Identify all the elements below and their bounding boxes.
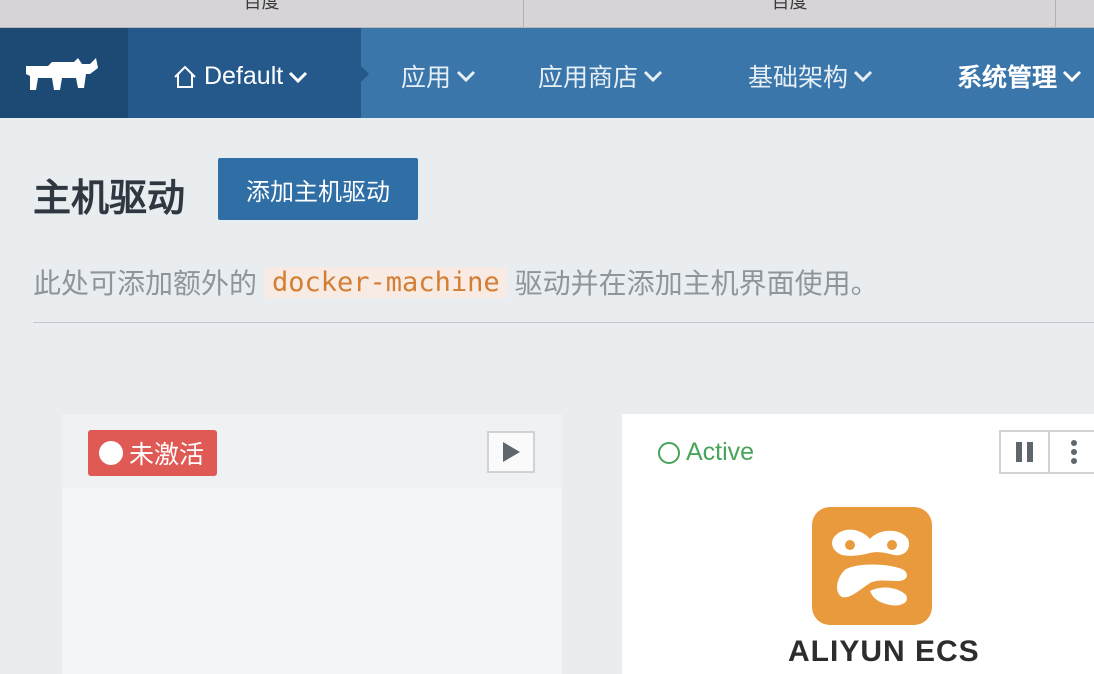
environment-switcher[interactable]: Default: [128, 28, 361, 118]
play-icon: [503, 442, 520, 462]
more-actions-button[interactable]: [1048, 432, 1094, 472]
menu-admin[interactable]: 系统管理: [957, 58, 1082, 94]
home-icon: [174, 65, 196, 88]
menu-catalog[interactable]: 应用商店: [538, 58, 663, 94]
environment-arrow: [361, 66, 369, 82]
more-vertical-icon: [1070, 440, 1077, 464]
status-active: Active: [658, 438, 754, 467]
description-prefix: 此处可添加额外的: [33, 268, 258, 299]
browser-tab[interactable]: 百度: [0, 0, 524, 27]
rancher-logo[interactable]: [0, 28, 128, 118]
menu-apps[interactable]: 应用: [401, 58, 476, 94]
browser-tab-title: 百度: [243, 0, 280, 12]
menu-infrastructure[interactable]: 基础架构: [748, 58, 873, 94]
menu-apps-label: 应用: [401, 64, 452, 92]
deactivate-button[interactable]: [1001, 432, 1048, 472]
status-dot-icon: [99, 441, 123, 465]
page-title: 主机驱动: [33, 178, 186, 220]
add-machine-driver-button[interactable]: 添加主机驱动: [218, 158, 418, 220]
status-active-label: Active: [686, 438, 755, 466]
activate-button[interactable]: [487, 431, 535, 473]
driver-card-active: Active ALIYUN ECS: [622, 414, 1094, 674]
menu-infrastructure-label: 基础架构: [748, 64, 849, 92]
menu-admin-label: 系统管理: [957, 64, 1058, 92]
page-description: 此处可添加额外的 docker-machine 驱动并在添加主机界面使用。: [33, 262, 879, 302]
chevron-down-icon: [643, 70, 663, 83]
aliyun-logo-icon: [812, 507, 932, 625]
pause-icon: [1015, 442, 1033, 462]
browser-tab-strip: 百度 百度: [0, 0, 1094, 28]
environment-name: Default: [204, 62, 284, 90]
driver-name: ALIYUN ECS: [788, 635, 980, 668]
description-suffix: 驱动并在添加主机界面使用。: [514, 268, 879, 299]
chevron-down-icon: [853, 70, 873, 83]
chevron-down-icon: [289, 71, 308, 83]
chevron-down-icon: [456, 70, 476, 83]
chevron-down-icon: [1062, 70, 1082, 83]
status-badge-inactive: 未激活: [88, 430, 217, 476]
driver-card-inactive: 未激活: [62, 414, 562, 674]
cattle-logo-icon: [26, 58, 98, 90]
description-code: docker-machine: [265, 266, 507, 298]
browser-tab[interactable]: 百度: [524, 0, 1056, 27]
status-badge-label: 未激活: [129, 441, 205, 469]
top-navigation: Default 应用 应用商店 基础架构 系统管理: [0, 28, 1094, 118]
status-ring-icon: [658, 441, 680, 464]
menu-catalog-label: 应用商店: [538, 64, 639, 92]
section-divider: [33, 322, 1094, 323]
driver-action-group: [999, 430, 1094, 474]
browser-tab-title: 百度: [771, 0, 808, 12]
